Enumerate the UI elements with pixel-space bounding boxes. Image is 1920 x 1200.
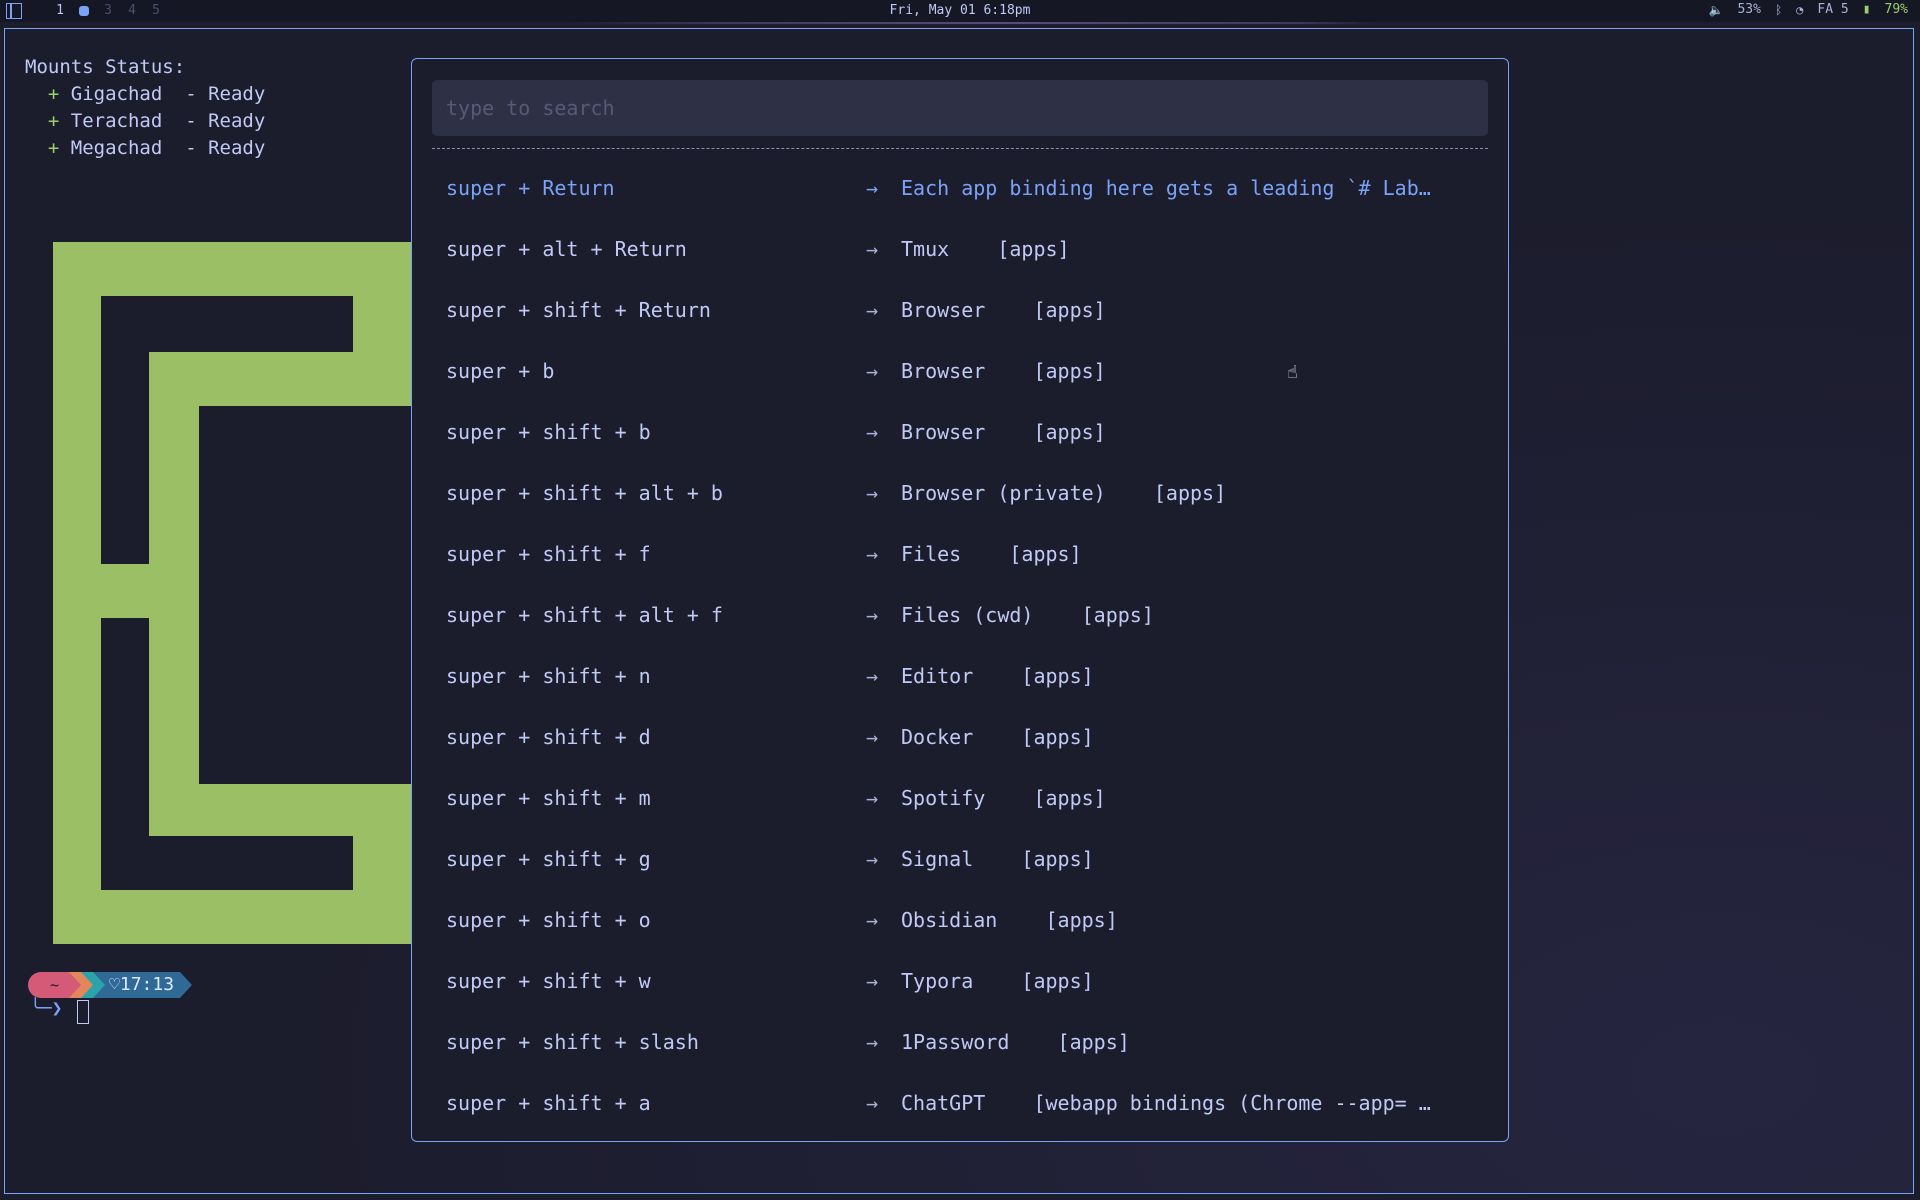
prompt-end-cap — [180, 972, 193, 998]
list-item[interactable]: super + shift + f → Files [apps] — [446, 523, 1486, 584]
top-bar: 1 3 4 5 Fri, May 01 6:18pm 🔈 53% ᛒ ◔ FA … — [0, 0, 1920, 22]
list-item[interactable]: super + shift + w → Typora [apps] — [446, 950, 1486, 1011]
workspace-3[interactable]: 3 — [96, 2, 120, 20]
battery-level: 79% — [1884, 2, 1908, 17]
mount-item: + Megachad - Ready — [47, 137, 266, 159]
wifi-icon[interactable]: ◔ — [1796, 3, 1803, 17]
workspace-active-indicator — [79, 5, 89, 16]
status-tray: 🔈 53% ᛒ ◔ FA 5 ▮ 79% — [1709, 2, 1909, 17]
list-item[interactable]: super + Return → Each app binding here get… — [446, 157, 1486, 218]
list-item[interactable]: super + b → Browser [apps] — [446, 340, 1486, 401]
list-item[interactable]: super + shift + a → ChatGPT [webapp bindin… — [446, 1072, 1486, 1133]
prompt-separators — [69, 972, 106, 998]
workspace-2[interactable] — [72, 2, 96, 20]
workspace-1[interactable]: 1 — [48, 2, 72, 20]
mouse-pointer-icon: ☝ — [1287, 362, 1298, 383]
clock[interactable]: Fri, May 01 6:18pm — [890, 3, 1031, 18]
prompt-directory: ~ — [28, 972, 70, 998]
list-item[interactable]: super + shift + o → Obsidian [apps] — [446, 889, 1486, 950]
result-list: super + Return → Each app binding here get… — [446, 157, 1486, 1133]
launcher-icon[interactable] — [6, 3, 22, 19]
workspace-4[interactable]: 4 — [120, 2, 144, 20]
list-item[interactable]: super + shift + b → Browser [apps] — [446, 401, 1486, 462]
workspace-switcher: 1 3 4 5 — [6, 2, 168, 20]
search-input[interactable] — [432, 80, 1488, 136]
volume-icon[interactable]: 🔈 — [1709, 3, 1724, 17]
list-item[interactable]: super + shift + d → Docker [apps] — [446, 706, 1486, 767]
list-item[interactable]: super + shift + m → Spotify [apps] — [446, 767, 1486, 828]
terminal-cursor — [77, 1000, 89, 1024]
keyboard-layout: FA 5 — [1817, 2, 1849, 17]
list-item[interactable]: super + shift + slash → 1Password [apps] — [446, 1011, 1486, 1072]
prompt-time: ♡17:13 — [105, 972, 181, 998]
battery-icon: ▮ — [1862, 2, 1871, 17]
bar-accent-line — [560, 22, 1380, 24]
list-item[interactable]: super + shift + alt + f → Files (cwd) [app… — [446, 584, 1486, 645]
mount-item: + Gigachad - Ready — [47, 83, 266, 105]
mount-item: + Terachad - Ready — [47, 110, 266, 132]
list-item[interactable]: super + shift + g → Signal [apps] — [446, 828, 1486, 889]
shell-prompt: ~ ♡17:13 — [28, 972, 193, 998]
keybinding-launcher: super + Return→Each app binding here get… — [411, 58, 1509, 1142]
search-divider — [432, 148, 1488, 149]
bluetooth-icon[interactable]: ᛒ — [1775, 3, 1782, 17]
mounts-status: Mounts Status: + Gigachad - Ready + Tera… — [25, 54, 265, 162]
list-item[interactable]: super + alt + Return → Tmux [apps] — [446, 218, 1486, 279]
list-item[interactable]: super + shift + n → Editor [apps] — [446, 645, 1486, 706]
list-item[interactable]: super + shift + Return → Browser [apps] — [446, 279, 1486, 340]
mounts-title: Mounts Status: — [25, 56, 186, 78]
list-item[interactable]: super + shift + alt + b → Browser (private… — [446, 462, 1486, 523]
prompt-line-glyph: ╰─❯ — [30, 998, 63, 1019]
workspace-5[interactable]: 5 — [144, 2, 168, 20]
ascii-logo — [53, 242, 413, 944]
volume-level: 53% — [1737, 2, 1761, 17]
